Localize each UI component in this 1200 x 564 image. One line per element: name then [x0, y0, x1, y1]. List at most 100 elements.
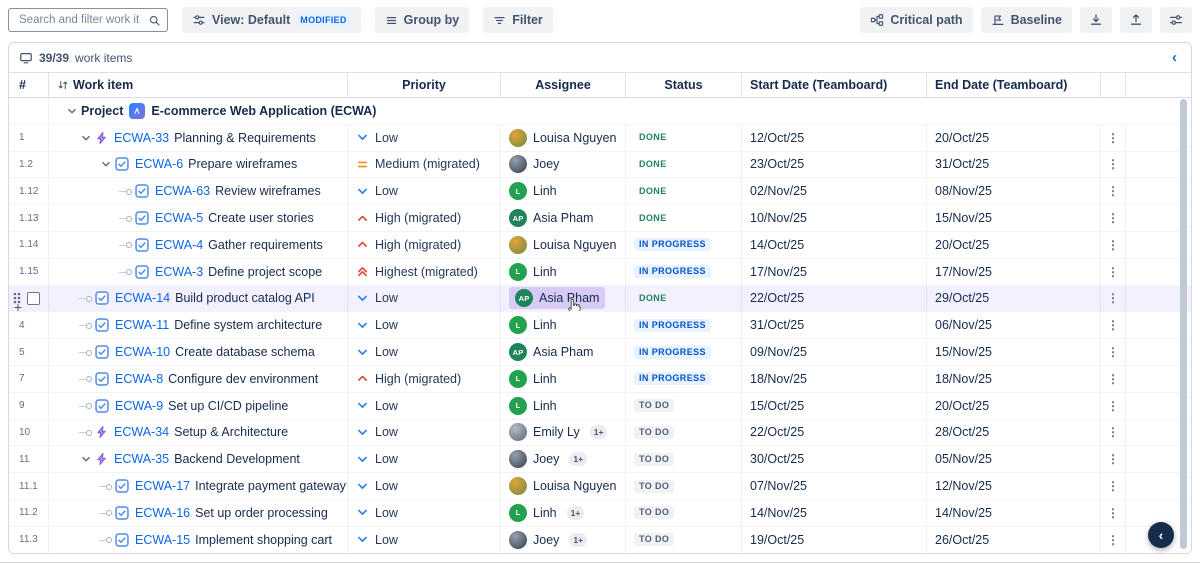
row-actions-cell[interactable]: ⋮ [1101, 393, 1126, 419]
priority-cell[interactable]: Low [348, 527, 501, 553]
end-date-cell[interactable]: 17/Nov/25 [927, 259, 1101, 285]
status-cell[interactable]: DONE [626, 286, 742, 312]
start-date-cell[interactable]: 22/Oct/25 [742, 286, 927, 312]
baseline-button[interactable]: Baseline [981, 7, 1072, 33]
row-checkbox[interactable] [27, 292, 40, 305]
work-item-key-link[interactable]: ECWA-8 [115, 372, 163, 386]
end-date-cell[interactable]: 15/Nov/25 [927, 205, 1101, 231]
assignee-cell[interactable]: Emily Ly1+ [501, 420, 626, 446]
start-date-cell[interactable]: 14/Nov/25 [742, 500, 927, 526]
work-item-key-link[interactable]: ECWA-9 [115, 399, 163, 413]
more-actions-icon[interactable]: ⋮ [1107, 158, 1119, 170]
assignee-cell[interactable]: LLinh [501, 178, 626, 204]
priority-cell[interactable]: Low [348, 473, 501, 499]
more-actions-icon[interactable]: ⋮ [1107, 453, 1119, 465]
work-item-key-link[interactable]: ECWA-33 [114, 131, 169, 145]
add-work-item-button[interactable]: + [11, 301, 25, 315]
work-item-key-link[interactable]: ECWA-5 [155, 211, 203, 225]
search-input-wrapper[interactable] [8, 8, 168, 32]
work-item-cell[interactable]: ECWA-35Backend Development [49, 446, 348, 472]
start-date-cell[interactable]: 19/Oct/25 [742, 527, 927, 553]
collapse-panel-button[interactable]: ‹ [1148, 522, 1174, 548]
priority-cell[interactable]: Low [348, 178, 501, 204]
column-header-work-item[interactable]: Work item [49, 73, 348, 97]
status-cell[interactable]: IN PROGRESS [626, 259, 742, 285]
table-row[interactable]: 11.1ECWA-17Integrate payment gatewayLowL… [9, 473, 1191, 500]
priority-cell[interactable]: Low [348, 125, 501, 151]
start-date-cell[interactable]: 15/Oct/25 [742, 393, 927, 419]
end-date-cell[interactable]: 20/Oct/25 [927, 125, 1101, 151]
start-date-cell[interactable]: 07/Nov/25 [742, 473, 927, 499]
work-item-cell[interactable]: ECWA-34Setup & Architecture [49, 420, 348, 446]
priority-cell[interactable]: Low [348, 420, 501, 446]
row-actions-cell[interactable]: ⋮ [1101, 339, 1126, 365]
table-row[interactable]: 1.2ECWA-6Prepare wireframesMedium (migra… [9, 152, 1191, 179]
row-actions-cell[interactable]: ⋮ [1101, 178, 1126, 204]
column-header-number[interactable]: # [9, 73, 49, 97]
critical-path-button[interactable]: Critical path [860, 7, 972, 33]
assignee-cell[interactable]: LLinh [501, 312, 626, 338]
priority-cell[interactable]: Low [348, 393, 501, 419]
view-options-button[interactable] [1160, 7, 1192, 33]
group-header-cell[interactable]: ProjectE-commerce Web Application (ECWA) [49, 98, 1189, 124]
more-actions-icon[interactable]: ⋮ [1107, 534, 1119, 546]
end-date-cell[interactable]: 26/Oct/25 [927, 527, 1101, 553]
more-actions-icon[interactable]: ⋮ [1107, 239, 1119, 251]
assignee-cell[interactable]: Joey [501, 152, 626, 178]
assignee-cell[interactable]: LLinh [501, 366, 626, 392]
work-item-cell[interactable]: ECWA-63Review wireframes [49, 178, 348, 204]
start-date-cell[interactable]: 12/Oct/25 [742, 125, 927, 151]
priority-cell[interactable]: High (migrated) [348, 232, 501, 258]
more-actions-icon[interactable]: ⋮ [1107, 266, 1119, 278]
row-actions-cell[interactable]: ⋮ [1101, 312, 1126, 338]
work-item-key-link[interactable]: ECWA-35 [114, 452, 169, 466]
start-date-cell[interactable]: 02/Nov/25 [742, 178, 927, 204]
work-item-cell[interactable]: ECWA-4Gather requirements [49, 232, 348, 258]
row-actions-cell[interactable]: ⋮ [1101, 152, 1126, 178]
assignee-selected-pill[interactable]: APAsia Pham [509, 287, 605, 309]
panel-collapse-chevron[interactable]: ‹ [1168, 50, 1181, 65]
end-date-cell[interactable]: 06/Nov/25 [927, 312, 1101, 338]
start-date-cell[interactable]: 10/Nov/25 [742, 205, 927, 231]
work-item-key-link[interactable]: ECWA-34 [114, 425, 169, 439]
row-actions-cell[interactable]: ⋮ [1101, 232, 1126, 258]
status-cell[interactable]: IN PROGRESS [626, 312, 742, 338]
work-item-key-link[interactable]: ECWA-3 [155, 265, 203, 279]
row-actions-cell[interactable]: ⋮ [1101, 473, 1126, 499]
start-date-cell[interactable]: 30/Oct/25 [742, 446, 927, 472]
work-item-key-link[interactable]: ECWA-16 [135, 506, 190, 520]
assignee-cell[interactable]: Louisa Nguyen [501, 125, 626, 151]
end-date-cell[interactable]: 20/Oct/25 [927, 232, 1101, 258]
assignee-cell[interactable]: APAsia Pham [501, 205, 626, 231]
vertical-scrollbar[interactable] [1180, 99, 1187, 549]
start-date-cell[interactable]: 18/Nov/25 [742, 366, 927, 392]
table-row[interactable]: 9ECWA-9Set up CI/CD pipelineLowLLinhTO D… [9, 393, 1191, 420]
work-item-cell[interactable]: ECWA-10Create database schema [49, 339, 348, 365]
work-item-key-link[interactable]: ECWA-6 [135, 157, 183, 171]
table-row[interactable]: 11ECWA-35Backend DevelopmentLowJoey1+TO … [9, 446, 1191, 473]
view-button[interactable]: View: Default MODIFIED [182, 7, 361, 33]
status-cell[interactable]: IN PROGRESS [626, 232, 742, 258]
filter-button[interactable]: Filter [483, 7, 553, 33]
table-row[interactable]: 1.13ECWA-5Create user storiesHigh (migra… [9, 205, 1191, 232]
column-header-assignee[interactable]: Assignee [501, 73, 626, 97]
end-date-cell[interactable]: 18/Nov/25 [927, 366, 1101, 392]
work-item-cell[interactable]: ECWA-15Implement shopping cart [49, 527, 348, 553]
status-cell[interactable]: TO DO [626, 393, 742, 419]
row-actions-cell[interactable]: ⋮ [1101, 446, 1126, 472]
status-cell[interactable]: DONE [626, 125, 742, 151]
row-actions-cell[interactable]: ⋮ [1101, 420, 1126, 446]
start-date-cell[interactable]: 23/Oct/25 [742, 152, 927, 178]
group-by-button[interactable]: Group by [375, 7, 470, 33]
priority-cell[interactable]: Low [348, 500, 501, 526]
table-row[interactable]: 1.15ECWA-3Define project scopeHighest (m… [9, 259, 1191, 286]
start-date-cell[interactable]: 17/Nov/25 [742, 259, 927, 285]
priority-cell[interactable]: High (migrated) [348, 366, 501, 392]
column-header-status[interactable]: Status [626, 73, 742, 97]
group-expand-toggle[interactable] [65, 104, 81, 118]
more-actions-icon[interactable]: ⋮ [1107, 346, 1119, 358]
work-item-key-link[interactable]: ECWA-4 [155, 238, 203, 252]
work-item-cell[interactable]: ECWA-11Define system architecture [49, 312, 348, 338]
status-cell[interactable]: DONE [626, 205, 742, 231]
end-date-cell[interactable]: 31/Oct/25 [927, 152, 1101, 178]
